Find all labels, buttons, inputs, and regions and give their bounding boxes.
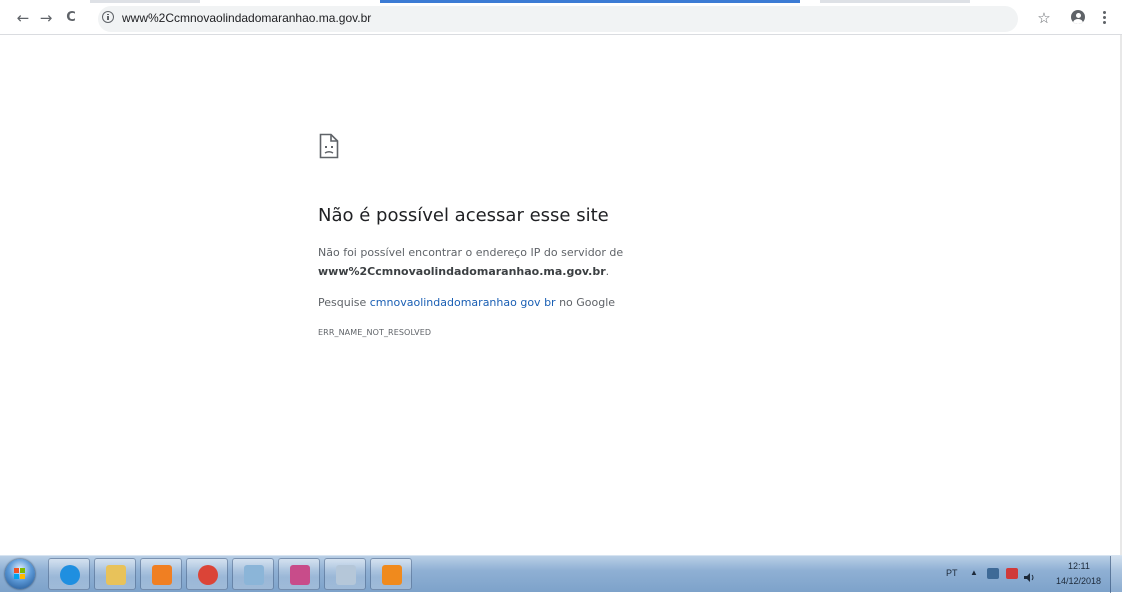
- sad-document-icon: [319, 133, 339, 159]
- search-prefix: Pesquise: [318, 296, 370, 309]
- language-indicator[interactable]: PT: [946, 568, 958, 578]
- address-bar-url[interactable]: www%2Ccmnovaolindadomaranhao.ma.gov.br: [122, 11, 371, 25]
- windows-taskbar: PT ▲ 12:11 14/12/2018: [0, 555, 1122, 593]
- site-info-icon[interactable]: [102, 11, 114, 23]
- error-description: Não foi possível encontrar o endereço IP…: [318, 243, 623, 262]
- start-button[interactable]: [5, 559, 35, 589]
- windows-logo-icon: [14, 568, 26, 580]
- pdf-app-icon: [382, 565, 402, 585]
- tab-edge-right: [820, 0, 970, 3]
- media-player-icon: [152, 565, 172, 585]
- error-title: Não é possível acessar esse site: [318, 205, 609, 226]
- clock-time[interactable]: 12:11: [1068, 561, 1090, 571]
- error-description-text: Não foi possível encontrar o endereço IP…: [318, 246, 624, 259]
- account-icon[interactable]: [1071, 10, 1085, 24]
- snipping-tool-icon: [290, 565, 310, 585]
- browser-menu-icon[interactable]: [1103, 11, 1106, 25]
- back-button[interactable]: ←: [14, 9, 32, 27]
- action-center-icon[interactable]: [1006, 568, 1018, 579]
- search-suggestion: Pesquise cmnovaolindadomaranhao gov br n…: [318, 293, 615, 312]
- taskbar-button-media-player[interactable]: [140, 558, 182, 590]
- error-host: www%2Ccmnovaolindadomaranhao.ma.gov.br: [318, 265, 606, 278]
- tab-strip: [0, 0, 1122, 4]
- taskbar-button-calculator[interactable]: [324, 558, 366, 590]
- system-tray: PT ▲ 12:11 14/12/2018: [940, 556, 1122, 593]
- taskbar-button-file-explorer[interactable]: [94, 558, 136, 590]
- taskbar-button-chrome[interactable]: [186, 558, 228, 590]
- error-host-line: www%2Ccmnovaolindadomaranhao.ma.gov.br.: [318, 262, 609, 281]
- chrome-icon: [198, 565, 218, 585]
- bookmark-star-button[interactable]: ☆: [1035, 9, 1053, 27]
- tab-edge-left: [90, 0, 200, 3]
- forward-arrow-icon: →: [39, 9, 53, 27]
- taskbar-button-paint[interactable]: [232, 558, 274, 590]
- taskbar-button-snipping-tool[interactable]: [278, 558, 320, 590]
- star-icon: ☆: [1037, 9, 1051, 27]
- network-icon[interactable]: [987, 568, 999, 579]
- show-desktop-button[interactable]: [1110, 556, 1122, 593]
- reload-button[interactable]: C: [62, 9, 80, 27]
- file-explorer-icon: [106, 565, 126, 585]
- show-hidden-icons-button[interactable]: ▲: [970, 568, 978, 577]
- search-suffix: no Google: [555, 296, 616, 309]
- volume-icon[interactable]: [1024, 568, 1034, 582]
- taskbar-button-pdf-app[interactable]: [370, 558, 412, 590]
- active-tab-edge[interactable]: [380, 0, 800, 3]
- back-arrow-icon: ←: [16, 9, 30, 27]
- search-google-link[interactable]: cmnovaolindadomaranhao gov br: [370, 296, 556, 309]
- browser-toolbar: ← → C www%2Ccmnovaolindadomaranhao.ma.go…: [0, 0, 1122, 35]
- calculator-icon: [336, 565, 356, 585]
- reload-icon: C: [66, 10, 76, 25]
- internet-explorer-icon: [60, 565, 80, 585]
- paint-icon: [244, 565, 264, 585]
- error-host-suffix: .: [605, 265, 610, 278]
- taskbar-button-internet-explorer[interactable]: [48, 558, 90, 590]
- forward-button[interactable]: →: [37, 9, 55, 27]
- error-code: ERR_NAME_NOT_RESOLVED: [318, 328, 432, 337]
- clock-date[interactable]: 14/12/2018: [1056, 576, 1101, 586]
